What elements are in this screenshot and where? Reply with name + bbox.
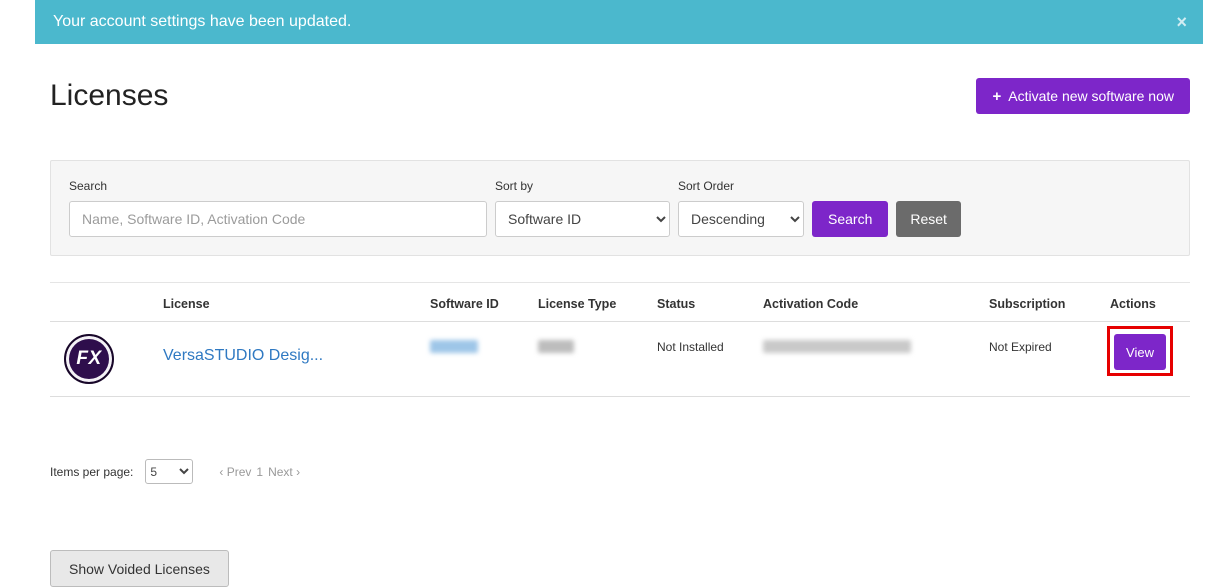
items-per-page-select[interactable]: 5 [145,459,193,484]
header-status: Status [657,283,763,321]
search-field-group: Search [69,179,487,237]
subscription-cell: Not Expired [989,322,1110,354]
sort-order-label: Sort Order [678,179,804,193]
activate-new-software-button[interactable]: + Activate new software now [976,78,1190,114]
items-per-page-label: Items per page: [50,465,133,479]
header-spacer [50,283,163,307]
table-row: FX VersaSTUDIO Desig... Not Installed No… [50,322,1190,397]
software-id-cell [430,322,538,353]
pager: ‹ Prev 1 Next › [219,465,300,479]
license-name-cell: VersaSTUDIO Desig... [163,322,430,365]
header-license-type: License Type [538,283,657,321]
fx-logo-icon: FX [64,334,114,384]
pagination-row: Items per page: 5 ‹ Prev 1 Next › [50,459,1190,484]
close-icon[interactable]: × [1176,13,1187,31]
notification-banner: Your account settings have been updated.… [35,0,1203,44]
search-button[interactable]: Search [812,201,888,237]
prev-page-link[interactable]: ‹ Prev [219,465,251,479]
reset-button[interactable]: Reset [896,201,961,237]
header-actions: Actions [1110,283,1190,321]
header-subscription: Subscription [989,283,1110,321]
software-id-redacted [430,340,478,353]
license-type-redacted [538,340,574,353]
table-header-row: License Software ID License Type Status … [50,283,1190,322]
status-cell: Not Installed [657,322,763,354]
sort-order-group: Sort Order Descending [678,179,804,237]
sort-by-label: Sort by [495,179,670,193]
current-page-number[interactable]: 1 [256,465,263,479]
sort-by-select[interactable]: Software ID [495,201,670,237]
page-header: Licenses + Activate new software now [50,78,1190,114]
show-voided-licenses-button[interactable]: Show Voided Licenses [50,550,229,587]
header-activation-code: Activation Code [763,283,989,321]
view-button[interactable]: View [1114,334,1166,370]
product-logo-cell: FX [50,322,163,396]
header-software-id: Software ID [430,283,538,321]
banner-message: Your account settings have been updated. [53,13,351,31]
plus-icon: + [992,88,1001,105]
license-name-link[interactable]: VersaSTUDIO Desig... [163,322,323,365]
page-title: Licenses [50,79,168,113]
filter-panel: Search Sort by Software ID Sort Order De… [50,160,1190,256]
main-content: Licenses + Activate new software now Sea… [0,78,1217,587]
header-license: License [163,283,430,321]
sort-by-group: Sort by Software ID [495,179,670,237]
license-type-cell [538,322,657,353]
licenses-table: License Software ID License Type Status … [50,282,1190,397]
next-page-link[interactable]: Next › [268,465,300,479]
activate-button-label: Activate new software now [1008,88,1174,104]
fx-logo-text: FX [76,348,101,370]
activation-code-cell [763,322,989,353]
search-label: Search [69,179,487,193]
sort-order-select[interactable]: Descending [678,201,804,237]
activation-code-redacted [763,340,911,353]
search-input[interactable] [69,201,487,237]
actions-cell: View [1110,322,1190,370]
